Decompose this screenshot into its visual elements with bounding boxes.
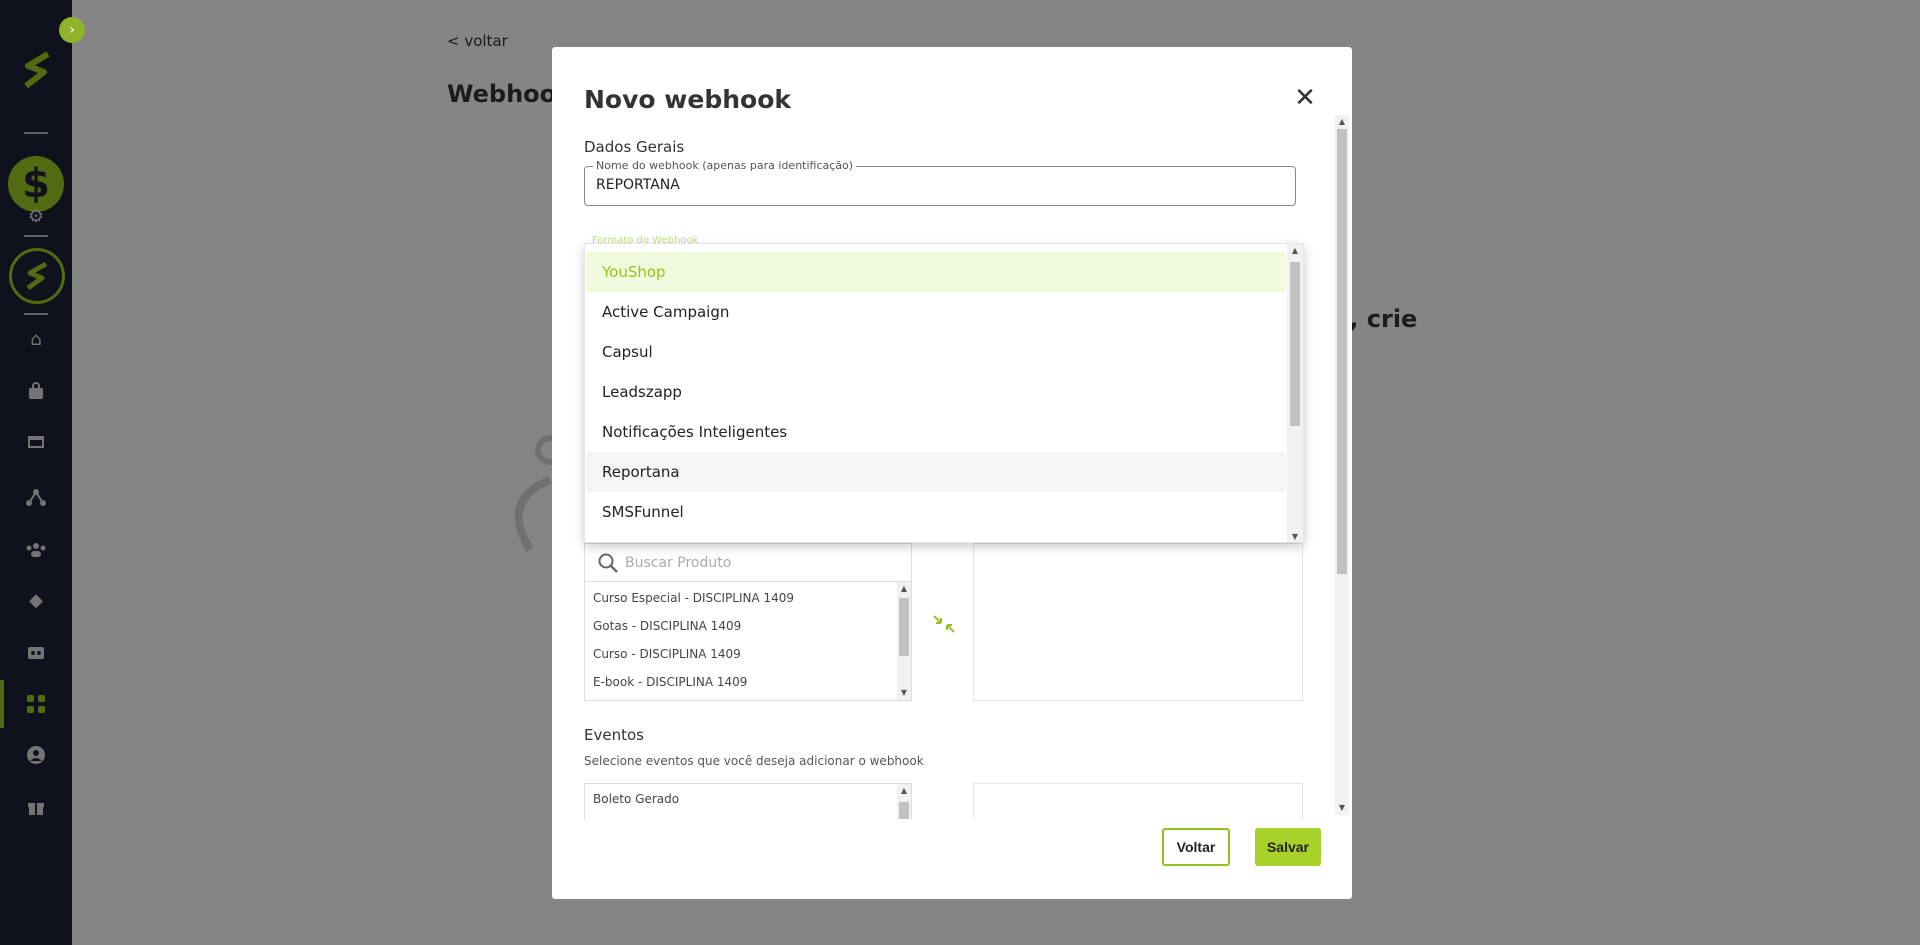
- modal-scrollbar[interactable]: ▲ ▼: [1335, 115, 1349, 815]
- expand-icon[interactable]: ›: [59, 17, 85, 43]
- product-scrollbar[interactable]: ▲ ▼: [897, 582, 911, 700]
- scroll-up-icon[interactable]: ▲: [897, 584, 911, 593]
- event-item[interactable]: Boleto Gerado: [593, 792, 679, 806]
- option-youshop[interactable]: YouShop: [586, 252, 1286, 292]
- product-item[interactable]: Curso Especial - DISCIPLINA 1409: [593, 591, 794, 605]
- webhook-format-dropdown[interactable]: YouShop Active Campaign Capsul Leadszapp…: [584, 243, 1304, 543]
- scrollbar-thumb[interactable]: [1337, 129, 1347, 574]
- search-icon: [598, 553, 618, 573]
- dropdown-scrollbar[interactable]: ▲ ▼: [1287, 244, 1303, 542]
- back-button[interactable]: Voltar: [1162, 828, 1230, 866]
- scroll-up-icon[interactable]: ▲: [1288, 246, 1302, 255]
- option-reportana[interactable]: Reportana: [586, 452, 1286, 492]
- scroll-down-icon[interactable]: ▼: [1335, 803, 1349, 812]
- new-webhook-modal: Novo webhook ✕ ▲ ▼ Dados Gerais Nome do …: [552, 47, 1352, 899]
- scrollbar-thumb[interactable]: [1290, 262, 1300, 426]
- product-search: [585, 544, 911, 582]
- scroll-down-icon[interactable]: ▼: [897, 688, 911, 697]
- search-input[interactable]: [625, 552, 895, 574]
- product-list: Curso Especial - DISCIPLINA 1409 Gotas -…: [584, 543, 912, 701]
- selected-products-list: [973, 543, 1303, 701]
- scroll-up-icon[interactable]: ▲: [897, 786, 911, 795]
- scroll-down-icon[interactable]: ▼: [1288, 532, 1302, 541]
- events-subtitle: Selecione eventos que você deseja adicio…: [584, 754, 924, 768]
- field-value[interactable]: REPORTANA: [596, 177, 680, 193]
- modal-title: Novo webhook: [584, 85, 791, 114]
- events-list: Boleto Gerado ▲: [584, 783, 912, 819]
- option-notificacoes-inteligentes[interactable]: Notificações Inteligentes: [586, 412, 1286, 452]
- option-active-campaign[interactable]: Active Campaign: [586, 292, 1286, 332]
- close-icon[interactable]: ✕: [1290, 83, 1320, 113]
- events-scrollbar[interactable]: ▲: [897, 784, 911, 819]
- scroll-up-icon[interactable]: ▲: [1335, 117, 1349, 126]
- product-item[interactable]: Curso - DISCIPLINA 1409: [593, 647, 741, 661]
- option-capsul[interactable]: Capsul: [586, 332, 1286, 372]
- webhook-name-field[interactable]: Nome do webhook (apenas para identificaç…: [584, 159, 1296, 206]
- save-button[interactable]: Salvar: [1255, 828, 1321, 866]
- selected-events-list: [973, 783, 1303, 819]
- section-general: Dados Gerais: [584, 138, 685, 156]
- field-label: Nome do webhook (apenas para identificaç…: [593, 159, 857, 172]
- scrollbar-thumb[interactable]: [899, 598, 909, 656]
- product-item[interactable]: Gotas - DISCIPLINA 1409: [593, 619, 741, 633]
- transfer-icon[interactable]: [930, 610, 958, 638]
- option-leadszapp[interactable]: Leadszapp: [586, 372, 1286, 412]
- option-smsfunnel[interactable]: SMSFunnel: [586, 492, 1286, 532]
- scrollbar-thumb[interactable]: [899, 802, 909, 819]
- section-events: Eventos: [584, 726, 644, 744]
- product-item[interactable]: E-book - DISCIPLINA 1409: [593, 675, 747, 689]
